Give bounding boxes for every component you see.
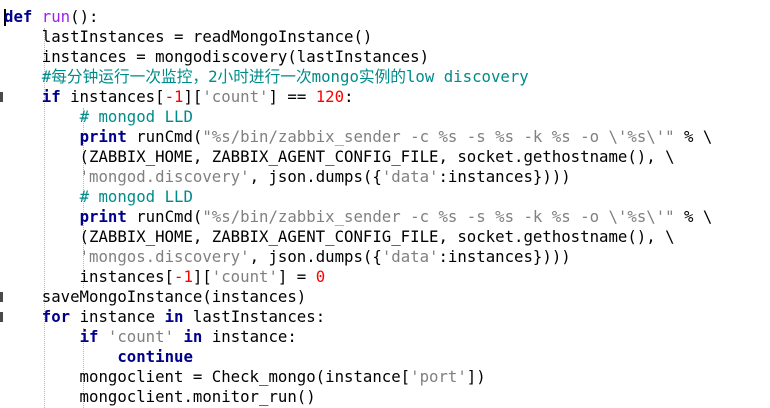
code-line[interactable]: continue [4, 347, 712, 367]
code-text: ][ [192, 267, 212, 286]
keyword: if [79, 327, 99, 346]
code-text: % \ [674, 207, 713, 226]
string-literal: "%s/bin/zabbix_sender -c %s -s %s -k %s … [202, 127, 675, 146]
code-line[interactable]: instances[-1]['count'] = 0 [4, 267, 712, 287]
keyword: if [41, 87, 61, 106]
code-text: instances[ [60, 87, 165, 106]
code-line[interactable]: # mongod LLD [4, 187, 712, 207]
code-text: ][ [183, 87, 203, 106]
number-literal: -1 [164, 87, 184, 106]
code-text: runCmd( [126, 207, 203, 226]
keyword: in [183, 327, 203, 346]
comment: # mongod LLD [79, 187, 193, 206]
number-literal: 120 [315, 87, 345, 106]
code-text: (ZABBIX_HOME, ZABBIX_AGENT_CONFIG_FILE, … [4, 147, 675, 166]
keyword: def [4, 7, 33, 26]
code-line[interactable]: (ZABBIX_HOME, ZABBIX_AGENT_CONFIG_FILE, … [4, 227, 712, 247]
code-text: ] = [277, 267, 316, 286]
code-text: : [344, 87, 354, 106]
comment: # mongod LLD [79, 107, 193, 126]
code-line[interactable]: 'mongod.discovery', json.dumps({'data':i… [4, 167, 712, 187]
code-text: , json.dumps({ [249, 167, 382, 186]
code-line[interactable]: print runCmd("%s/bin/zabbix_sender -c %s… [4, 127, 713, 147]
code-line[interactable]: print runCmd("%s/bin/zabbix_sender -c %s… [4, 207, 713, 227]
code-line[interactable]: for instance in lastInstances: [4, 307, 712, 327]
code-text: runCmd( [126, 127, 203, 146]
number-literal: 0 [315, 267, 326, 286]
code-line[interactable]: saveMongoInstance(instances) [4, 287, 712, 307]
string-literal: 'data' [381, 247, 439, 266]
code-editor[interactable]: def run(): lastInstances = readMongoInst… [0, 0, 770, 408]
code-text: , json.dumps({ [249, 247, 382, 266]
string-literal: 'port' [410, 367, 467, 386]
string-literal: 'mongod.discovery' [79, 167, 250, 186]
code-text: instances[ [4, 267, 175, 286]
code-line[interactable]: 'mongos.discovery', json.dumps({'data':i… [4, 247, 712, 267]
code-line[interactable]: #每分钟运行一次监控，2小时进行一次mongo实例的low discovery [4, 67, 712, 87]
code-text: ]) [466, 367, 486, 386]
code-text: :instances}))) [438, 247, 571, 266]
code-text: (): [70, 7, 99, 26]
code-line[interactable]: def run(): [4, 7, 712, 27]
function-name: run [41, 7, 71, 26]
keyword: print [79, 207, 127, 226]
string-literal: 'count' [202, 87, 269, 106]
code-text: mongoclient = Check_mongo(instance[ [4, 367, 411, 386]
string-literal: 'count' [107, 327, 175, 346]
code-line[interactable]: instances = mongodiscovery(lastInstances… [4, 47, 712, 67]
code-text: instance: [202, 327, 297, 346]
code-line[interactable]: mongoclient = Check_mongo(instance['port… [4, 367, 712, 387]
code-text: % \ [674, 127, 713, 146]
string-literal: 'count' [211, 267, 278, 286]
string-literal: 'data' [381, 167, 439, 186]
comment: #每分钟运行一次监控，2小时进行一次mongo实例的low discovery [41, 67, 529, 86]
code-text: instances = mongodiscovery(lastInstances… [4, 47, 430, 66]
string-literal: "%s/bin/zabbix_sender -c %s -s %s -k %s … [202, 207, 675, 226]
code-line[interactable]: # mongod LLD [4, 107, 712, 127]
string-literal: 'mongos.discovery' [79, 247, 250, 266]
fold-marker[interactable] [0, 312, 3, 322]
code-line[interactable]: lastInstances = readMongoInstance() [4, 27, 712, 47]
fold-marker[interactable] [0, 92, 3, 102]
code-text: :instances}))) [438, 167, 571, 186]
code-line[interactable]: if instances[-1]['count'] == 120: [4, 87, 712, 107]
code-area[interactable]: def run(): lastInstances = readMongoInst… [4, 7, 712, 407]
code-text: instance [70, 307, 165, 326]
number-literal: -1 [174, 267, 193, 286]
code-line[interactable]: (ZABBIX_HOME, ZABBIX_AGENT_CONFIG_FILE, … [4, 147, 712, 167]
code-line[interactable]: mongoclient.monitor_run() [4, 387, 712, 407]
code-text: lastInstances = readMongoInstance() [4, 27, 373, 46]
code-text: lastInstances: [183, 307, 326, 326]
fold-marker[interactable] [0, 292, 3, 302]
code-text: saveMongoInstance(instances) [4, 287, 307, 306]
keyword: for [41, 307, 71, 326]
keyword: continue [117, 347, 193, 366]
code-text: ] == [268, 87, 316, 106]
keyword: in [164, 307, 184, 326]
code-text: (ZABBIX_HOME, ZABBIX_AGENT_CONFIG_FILE, … [4, 227, 675, 246]
code-text: mongoclient.monitor_run() [4, 387, 316, 406]
code-line[interactable]: if 'count' in instance: [4, 327, 712, 347]
keyword: print [79, 127, 127, 146]
